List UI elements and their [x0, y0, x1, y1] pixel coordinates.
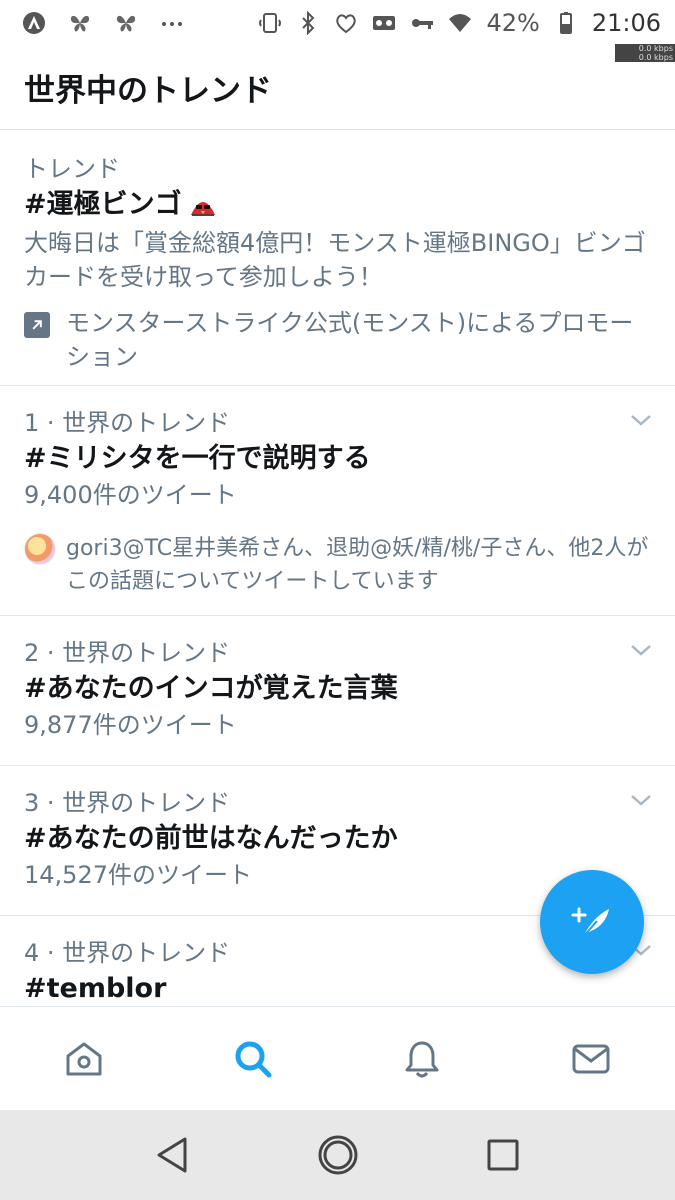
home-circle-icon	[318, 1135, 357, 1175]
chevron-down-icon[interactable]	[629, 642, 653, 658]
promoted-trend-name-text: #運極ビンゴ	[24, 189, 182, 220]
bottom-navigation	[0, 1006, 675, 1110]
trend-name: #あなたの前世はなんだったか	[24, 823, 398, 854]
battery-icon	[554, 11, 578, 35]
nav-messages[interactable]	[551, 1019, 631, 1099]
promotion-attribution[interactable]: モンスターストライク公式(モンスト)によるプロモーション	[24, 306, 651, 374]
messages-icon	[572, 1044, 610, 1073]
trend-context: 3 · 世界のトレンド	[24, 789, 231, 817]
battery-percent: 42%	[486, 9, 540, 37]
notifications-icon	[405, 1041, 439, 1077]
tweet-count: 9,400件のツイート	[24, 481, 237, 509]
promoted-arrow-icon	[24, 312, 50, 338]
social-context: gori3@TC星井美希さん、退助@妖/精/桃/子さん、他2人がこの話題について…	[24, 532, 651, 598]
butterfly-icon	[114, 11, 138, 35]
more-icon	[160, 11, 184, 35]
status-bar: 42% 21:06	[0, 0, 675, 46]
voicemail-icon	[372, 11, 396, 35]
butterfly-icon	[68, 11, 92, 35]
key-icon	[410, 11, 434, 35]
trend-context: 2 · 世界のトレンド	[24, 639, 231, 667]
wifi-icon	[448, 11, 472, 35]
compose-feather-icon	[571, 907, 609, 938]
trend-context: 1 · 世界のトレンド	[24, 409, 231, 437]
trend-name: #temblor	[24, 973, 167, 1004]
recents-button[interactable]	[473, 1125, 533, 1185]
promotion-text: モンスターストライク公式(モンスト)によるプロモーション	[66, 309, 634, 371]
nfc-icon	[258, 11, 282, 35]
promoted-trend[interactable]: トレンド #運極ビンゴ 大晦日は「賞金総額4億円！モンスト運極BINGO」ビンゴ…	[0, 130, 675, 386]
heart-pulse-icon	[334, 11, 358, 35]
search-icon	[235, 1041, 272, 1077]
nav-notifications[interactable]	[382, 1019, 462, 1099]
promoted-trend-label: トレンド	[24, 155, 120, 183]
promoted-trend-description: 大晦日は「賞金総額4億円！モンスト運極BINGO」ビンゴカードを受け取って参加し…	[24, 229, 646, 291]
avatar	[24, 533, 56, 565]
app-a-icon	[22, 11, 46, 35]
trend-item[interactable]: 1 · 世界のトレンド #ミリシタを一行で説明する 9,400件のツイート go…	[0, 386, 675, 616]
trend-item[interactable]: 2 · 世界のトレンド #あなたのインコが覚えた言葉 9,877件のツイート	[0, 616, 675, 766]
nav-home[interactable]	[44, 1019, 124, 1099]
chevron-down-icon[interactable]	[629, 412, 653, 428]
trend-name: #あなたのインコが覚えた言葉	[24, 673, 398, 704]
promoted-trend-name: #運極ビンゴ	[24, 186, 651, 224]
back-triangle-icon	[157, 1137, 186, 1173]
trend-name: #ミリシタを一行で説明する	[24, 443, 371, 474]
page-header: 世界中のトレンド	[0, 46, 675, 130]
social-context-text: gori3@TC星井美希さん、退助@妖/精/桃/子さん、他2人がこの話題について…	[66, 536, 649, 594]
tweet-count: 9,877件のツイート	[24, 711, 237, 739]
home-button[interactable]	[308, 1125, 368, 1185]
bluetooth-icon	[296, 11, 320, 35]
page-title: 世界中のトレンド	[24, 73, 272, 109]
system-navigation-bar	[0, 1110, 675, 1200]
chevron-down-icon[interactable]	[629, 792, 653, 808]
nav-search[interactable]	[213, 1019, 293, 1099]
recents-square-icon	[487, 1139, 518, 1171]
home-icon	[66, 1042, 102, 1075]
monster-emoji-icon	[188, 192, 218, 218]
compose-tweet-button[interactable]	[540, 870, 644, 974]
clock: 21:06	[591, 9, 661, 37]
back-button[interactable]	[143, 1125, 203, 1185]
